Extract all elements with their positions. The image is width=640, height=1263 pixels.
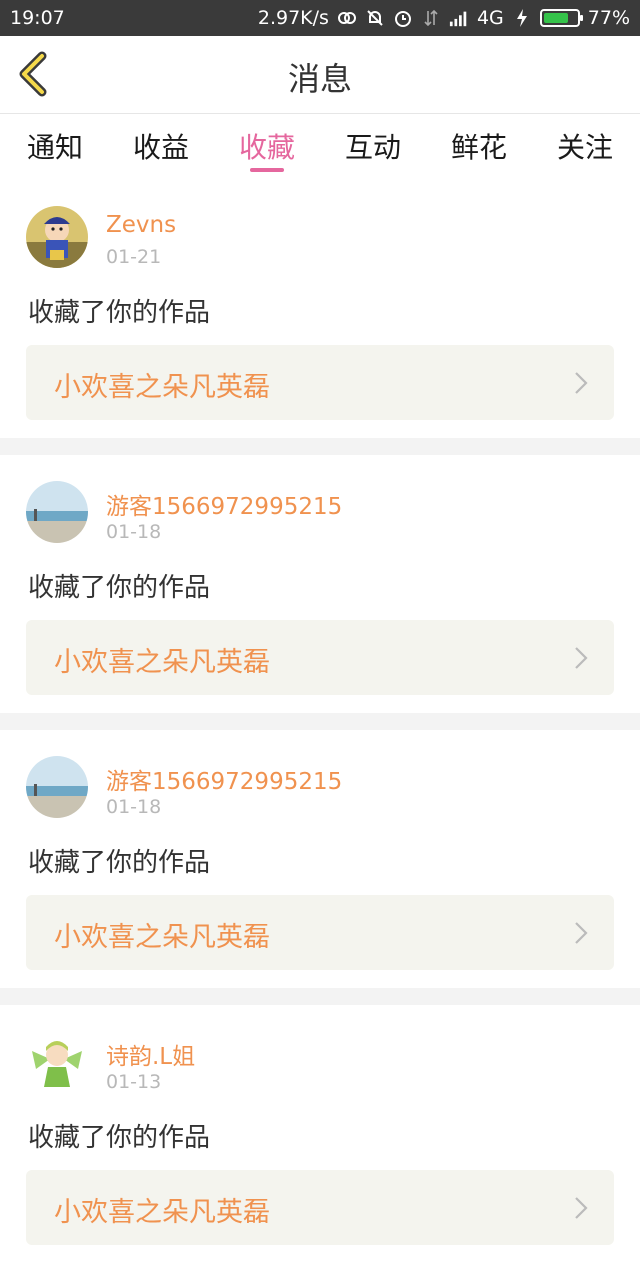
signal-icon [449, 8, 469, 28]
active-tab-indicator [250, 168, 284, 172]
status-right: 2.97K/s 4G 77% [258, 7, 630, 29]
alarm-icon [393, 8, 413, 28]
battery-icon [539, 9, 583, 27]
chevron-right-icon [575, 372, 588, 394]
avatar[interactable] [26, 1031, 88, 1093]
tab-earnings[interactable]: 收益 [108, 126, 214, 166]
action-text: 收藏了你的作品 [28, 1123, 211, 1153]
charging-icon [512, 8, 532, 28]
status-time: 19:07 [10, 7, 65, 29]
chevron-right-icon [575, 647, 588, 669]
data-arrows-icon [421, 8, 441, 28]
chevron-right-icon [575, 922, 588, 944]
tab-interactions[interactable]: 互动 [320, 126, 426, 166]
divider [0, 713, 640, 730]
chevron-right-icon [575, 1197, 588, 1219]
list-item: 游客1566972995215 01-18 收藏了你的作品 小欢喜之朵凡英磊 [0, 455, 640, 713]
tab-following[interactable]: 关注 [532, 126, 638, 166]
fairy-avatar-icon [26, 1031, 88, 1093]
work-link[interactable]: 小欢喜之朵凡英磊 [26, 895, 614, 970]
username[interactable]: 诗韵.L姐 [106, 1037, 195, 1071]
work-title: 小欢喜之朵凡英磊 [54, 922, 270, 953]
username[interactable]: Zevns [106, 212, 176, 238]
link-icon [337, 8, 357, 28]
divider [0, 988, 640, 1005]
network-type: 4G [476, 7, 504, 29]
tab-flowers[interactable]: 鲜花 [426, 126, 532, 166]
page-title: 消息 [287, 60, 352, 98]
action-text: 收藏了你的作品 [28, 848, 211, 878]
beach-avatar-icon [26, 481, 88, 543]
divider [0, 438, 640, 455]
tab-bar: 通知 收益 收藏 互动 鲜花 关注 [0, 114, 640, 180]
mute-bell-icon [365, 8, 385, 28]
tab-favorites[interactable]: 收藏 [214, 126, 320, 166]
header: 消息 [0, 36, 640, 114]
list-item: 游客1566972995215 01-18 收藏了你的作品 小欢喜之朵凡英磊 [0, 730, 640, 988]
date: 01-18 [106, 796, 162, 818]
work-link[interactable]: 小欢喜之朵凡英磊 [26, 1170, 614, 1245]
work-title: 小欢喜之朵凡英磊 [54, 1197, 270, 1228]
work-link[interactable]: 小欢喜之朵凡英磊 [26, 620, 614, 695]
work-link[interactable]: 小欢喜之朵凡英磊 [26, 345, 614, 420]
cartoon-boy-avatar-icon [26, 206, 88, 268]
date: 01-21 [106, 246, 162, 268]
list-item: 诗韵.L姐 01-13 收藏了你的作品 小欢喜之朵凡英磊 [0, 1005, 640, 1263]
beach-avatar-icon [26, 756, 88, 818]
action-text: 收藏了你的作品 [28, 298, 211, 328]
username[interactable]: 游客1566972995215 [106, 487, 342, 521]
date: 01-13 [106, 1071, 162, 1093]
action-text: 收藏了你的作品 [28, 573, 211, 603]
work-title: 小欢喜之朵凡英磊 [54, 647, 270, 678]
status-bar: 19:07 2.97K/s 4G 77% [0, 0, 640, 36]
tab-notifications[interactable]: 通知 [2, 126, 108, 166]
avatar[interactable] [26, 756, 88, 818]
battery-fill [543, 13, 569, 23]
username[interactable]: 游客1566972995215 [106, 762, 342, 796]
work-title: 小欢喜之朵凡英磊 [54, 372, 270, 403]
date: 01-18 [106, 521, 162, 543]
list-item: Zevns 01-21 收藏了你的作品 小欢喜之朵凡英磊 [0, 180, 640, 438]
battery-text: 77% [587, 7, 630, 29]
message-feed: Zevns 01-21 收藏了你的作品 小欢喜之朵凡英磊 游客156697299… [0, 180, 640, 1263]
avatar[interactable] [26, 206, 88, 268]
avatar[interactable] [26, 481, 88, 543]
network-speed: 2.97K/s [257, 7, 329, 29]
